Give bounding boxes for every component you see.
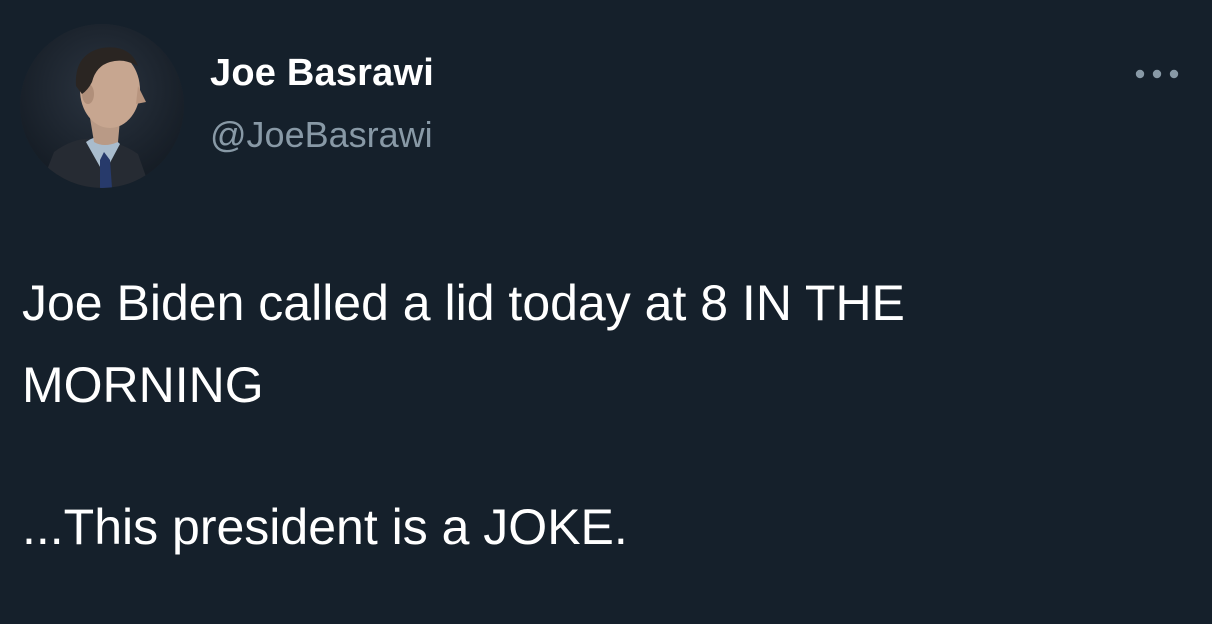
more-options-button[interactable]: [1132, 62, 1182, 86]
profile-photo-icon: [20, 24, 184, 188]
avatar[interactable]: [20, 24, 184, 188]
author-handle[interactable]: @JoeBasrawi: [210, 114, 433, 156]
author-display-name[interactable]: Joe Basrawi: [210, 52, 434, 95]
more-options-icon: [1135, 69, 1179, 79]
tweet-text-paragraph-1: Joe Biden called a lid today at 8 IN THE…: [22, 275, 905, 413]
tweet-card: Joe Basrawi @JoeBasrawi Joe Biden called…: [0, 0, 1212, 624]
tweet-text-paragraph-2: ...This president is a JOKE.: [22, 499, 628, 555]
